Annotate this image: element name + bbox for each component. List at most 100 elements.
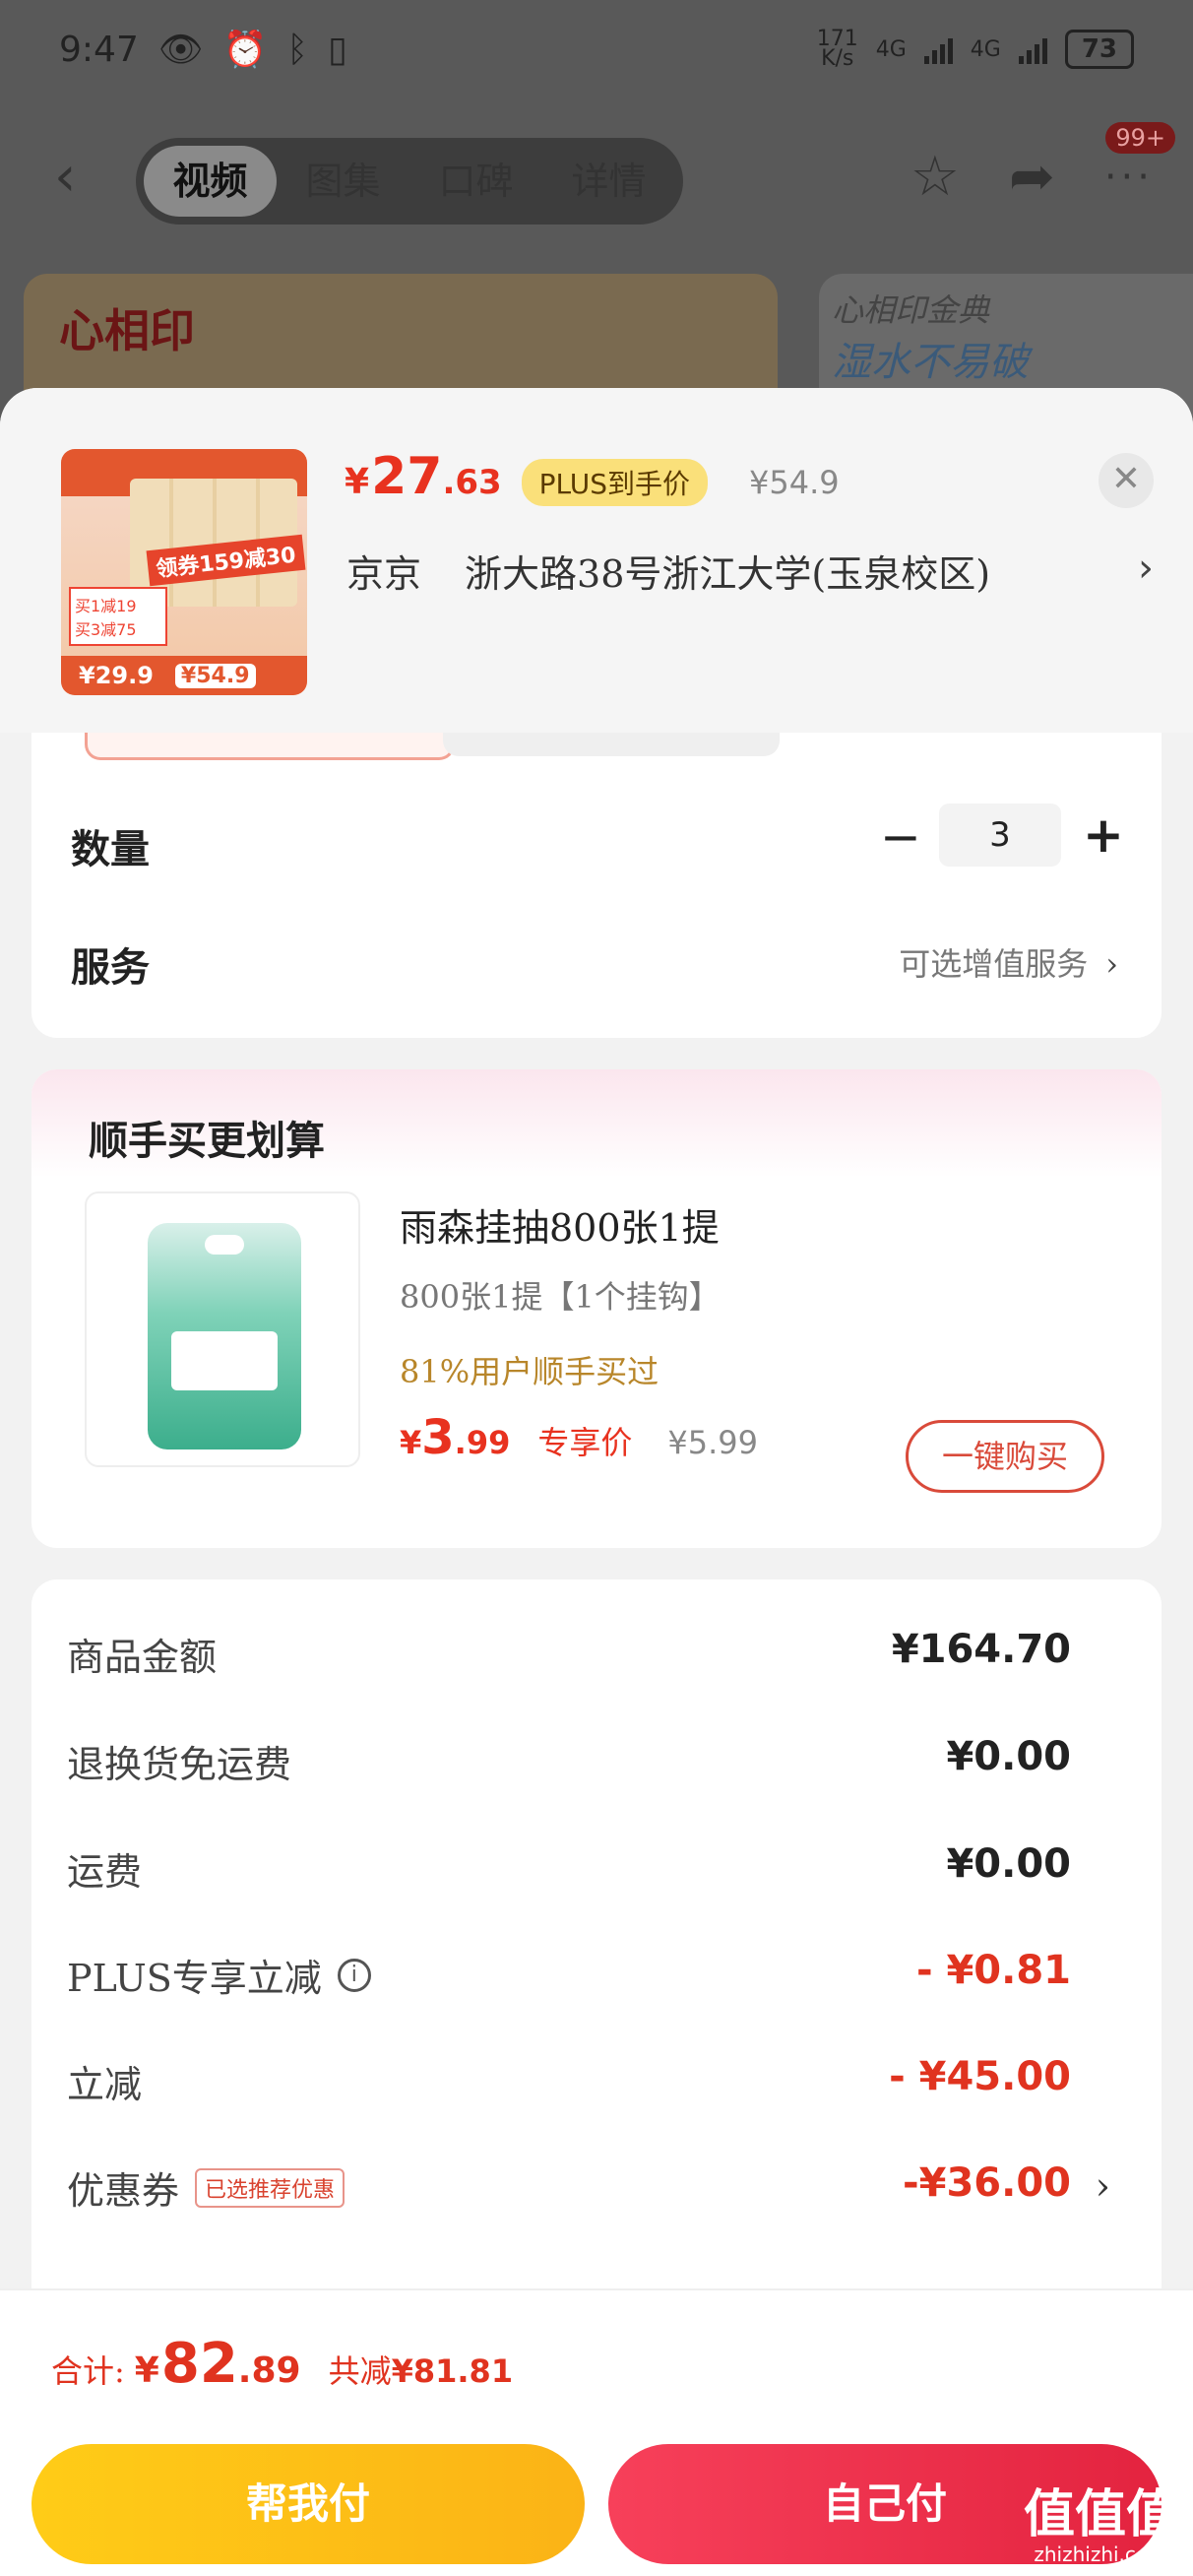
chevron-right-icon[interactable]: › — [1138, 546, 1154, 591]
price-decimal: .63 — [442, 463, 502, 502]
net-speed: 171 K/s — [816, 27, 858, 71]
total-integer: 82 — [160, 2332, 238, 2396]
options-card: 数量 − 3 + 服务 可选增值服务 › — [31, 731, 1162, 1038]
thumb-price-2: ¥54.9 — [174, 663, 256, 688]
total-currency: ¥ — [134, 2351, 159, 2391]
coupon-tag: 已选推荐优惠 — [195, 2167, 345, 2208]
plus-icon[interactable]: + — [1083, 805, 1124, 865]
chevron-right-icon[interactable]: › — [1096, 2164, 1110, 2208]
quantity-label: 数量 — [71, 827, 150, 872]
service-label: 服务 — [71, 945, 150, 991]
spec-option[interactable] — [443, 731, 780, 756]
alarm-icon: ⏰ — [222, 30, 268, 70]
bundle-price-currency: ¥ — [400, 1424, 422, 1461]
address-text: 浙大路38号浙江大学(玉泉校区) — [465, 552, 991, 596]
one-click-buy-button[interactable]: 一键购买 — [906, 1420, 1104, 1493]
back-icon[interactable]: ‹ — [54, 150, 76, 205]
media-tabs: 视频 图集 口碑 详情 — [136, 138, 683, 225]
vibrate-icon: ▯ — [327, 29, 347, 70]
address-row[interactable]: 京京 浙大路38号浙江大学(玉泉校区) — [346, 544, 1134, 598]
info-icon[interactable]: i — [337, 1958, 371, 1992]
bluetooth-icon: ᛒ — [286, 29, 308, 70]
banner-right-line2: 湿水不易破 — [832, 340, 1029, 385]
summary-label: 立减 — [67, 2063, 143, 2106]
bundle-card: 顺手买更划算 雨森挂抽800张1提 800张1提【1个挂钩】 81%用户顺手买过… — [31, 1069, 1162, 1548]
thumb-promo-1: 买1减19 — [75, 597, 137, 615]
share-icon[interactable]: ➦ — [1009, 148, 1055, 207]
total-row: 合计: ¥ 82 .89 共减¥81.81 — [51, 2332, 513, 2396]
chevron-right-icon: › — [1105, 945, 1118, 983]
service-value: 可选增值服务 — [899, 945, 1089, 983]
summary-row-return-shipping: 退换货免运费 ¥0.00 — [67, 1734, 1110, 1803]
eye-icon: 👁 — [157, 30, 204, 70]
saved-value: ¥81.81 — [391, 2352, 514, 2390]
help-pay-button[interactable]: 帮我付 — [31, 2444, 585, 2564]
plus-price-tag: PLUS到手价 — [521, 459, 709, 506]
summary-label: 优惠券 — [67, 2169, 180, 2213]
summary-value: ¥0.00 — [946, 1841, 1071, 1887]
product-header: 领券159减30 买1减19 买3减75 ¥29.9 ¥54.9 ¥ 27 .6… — [0, 388, 1193, 733]
service-selector[interactable]: 可选增值服务 › — [899, 939, 1118, 985]
status-time: 9:47 — [59, 29, 139, 70]
summary-value: ¥164.70 — [891, 1627, 1071, 1672]
thumb-price-1: ¥29.9 — [79, 662, 154, 689]
summary-label: 退换货免运费 — [67, 1743, 292, 1786]
close-icon[interactable]: ✕ — [1099, 453, 1154, 508]
summary-label: 商品金额 — [67, 1636, 218, 1679]
summary-value: - ¥0.81 — [915, 1948, 1071, 1993]
thumb-promo-2: 买3减75 — [75, 620, 137, 639]
signal-icon-2 — [1018, 34, 1047, 64]
status-bar: 9:47 👁 ⏰ ᛒ ▯ 171 K/s 4G 4G 73 — [0, 0, 1193, 98]
tab-reviews[interactable]: 口碑 — [409, 146, 542, 217]
summary-row-coupon[interactable]: 优惠券 已选推荐优惠 -¥36.00 › — [67, 2160, 1110, 2229]
watermark: 值值值 zhizhizhi.com — [1024, 2487, 1177, 2566]
bundle-original-price: ¥5.99 — [667, 1424, 758, 1461]
battery-icon: 73 — [1064, 30, 1134, 69]
summary-row-discount: 立减 - ¥45.00 — [67, 2054, 1110, 2123]
brand-logo: 心相印 — [59, 304, 195, 357]
bundle-title: 顺手买更划算 — [89, 1119, 325, 1164]
star-icon[interactable]: ☆ — [910, 148, 960, 207]
purchase-sheet: 领券159减30 买1减19 买3减75 ¥29.9 ¥54.9 ¥ 27 .6… — [0, 388, 1193, 2576]
total-saved: 共减¥81.81 — [329, 2347, 514, 2392]
tab-video[interactable]: 视频 — [144, 146, 277, 217]
package-hook — [205, 1235, 244, 1255]
bundle-price-integer: 3 — [421, 1410, 455, 1465]
minus-icon[interactable]: − — [880, 807, 921, 867]
tab-details[interactable]: 详情 — [542, 146, 675, 217]
price-currency: ¥ — [345, 462, 370, 502]
net-type-1: 4G — [875, 36, 907, 62]
thumb-price-strip: ¥29.9 ¥54.9 — [61, 656, 307, 695]
net-type-2: 4G — [970, 36, 1001, 62]
package-label — [171, 1331, 278, 1390]
bundle-product-image[interactable] — [85, 1191, 360, 1467]
more-icon[interactable]: ··· — [1104, 148, 1154, 207]
quantity-input[interactable]: 3 — [939, 804, 1061, 867]
watermark-logo: 值值值 — [1023, 2485, 1177, 2544]
spec-option-selected[interactable] — [85, 731, 455, 760]
summary-value: ¥0.00 — [946, 1734, 1071, 1779]
signal-icon — [923, 34, 953, 64]
tab-gallery[interactable]: 图集 — [277, 146, 409, 217]
summary-label: PLUS专享立减 — [67, 1957, 322, 2000]
original-price: ¥54.9 — [749, 464, 840, 501]
message-badge: 99+ — [1105, 122, 1175, 154]
tissue-package-image — [148, 1223, 301, 1449]
bundle-product-spec: 800张1提【1个挂钩】 — [400, 1278, 721, 1316]
bundle-price-decimal: .99 — [454, 1424, 511, 1461]
saved-label: 共减 — [328, 2352, 392, 2390]
bundle-price-row: ¥ 3 .99 专享价 ¥5.99 — [400, 1410, 758, 1465]
address-prefix: 京京 — [346, 552, 422, 596]
summary-row-shipping: 运费 ¥0.00 — [67, 1841, 1110, 1910]
product-price-row: ¥ 27 .63 PLUS到手价 ¥54.9 — [345, 447, 840, 506]
summary-value: -¥36.00 — [903, 2160, 1071, 2206]
product-thumbnail: 领券159减30 买1减19 买3减75 ¥29.9 ¥54.9 — [61, 449, 307, 695]
price-integer: 27 — [371, 447, 443, 506]
bundle-price-tag: 专享价 — [537, 1424, 633, 1461]
checkout-footer: 合计: ¥ 82 .89 共减¥81.81 帮我付 自己付 — [0, 2288, 1193, 2576]
bundle-social-proof: 81%用户顺手买过 — [400, 1353, 659, 1390]
watermark-url: zhizhizhi.com — [1034, 2543, 1167, 2566]
summary-value: - ¥45.00 — [889, 2054, 1071, 2099]
summary-row-plus-discount: PLUS专享立减 i - ¥0.81 — [67, 1948, 1110, 2017]
bundle-product-name[interactable]: 雨森挂抽800张1提 — [400, 1197, 720, 1252]
